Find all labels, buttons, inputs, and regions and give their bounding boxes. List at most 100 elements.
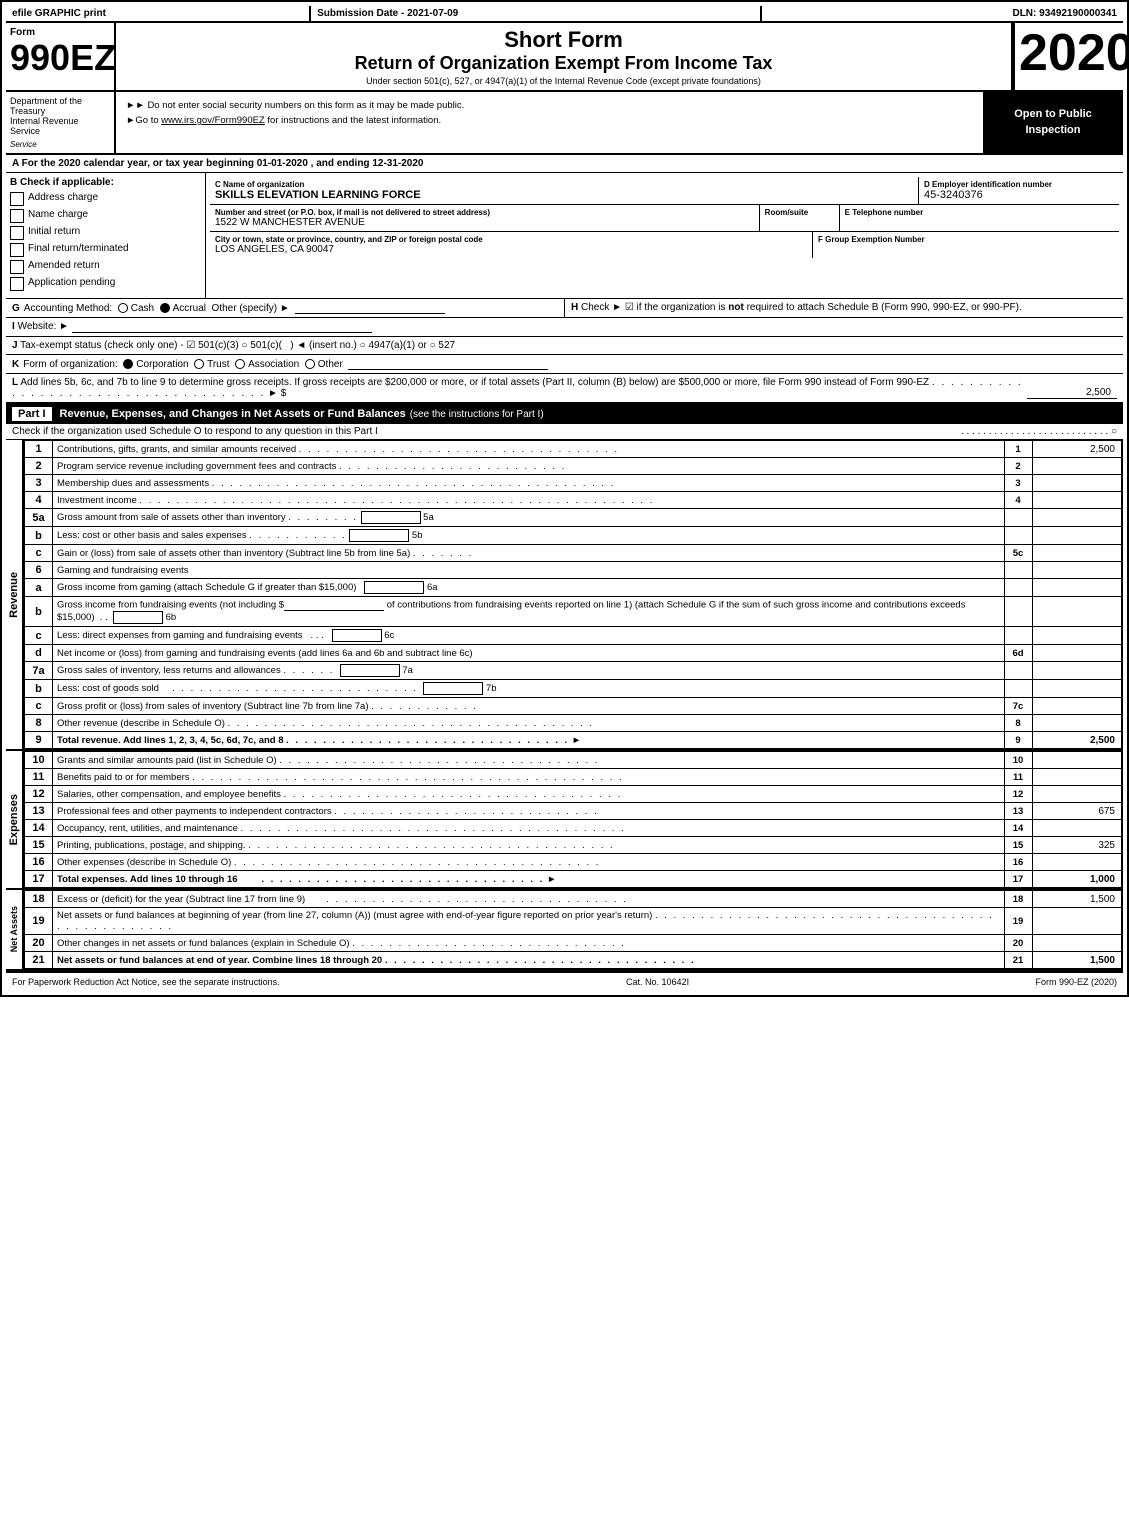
- line-ref: 12: [1004, 786, 1032, 803]
- address-label: Address charge: [28, 192, 98, 203]
- line-value: 2,500: [1032, 732, 1122, 749]
- table-row: 13 Professional fees and other payments …: [25, 803, 1123, 820]
- dept-text: Department of the Treasury Internal Reve…: [10, 96, 110, 136]
- line-desc: Gain or (loss) from sale of assets other…: [53, 545, 1005, 562]
- line-num: 19: [25, 908, 53, 935]
- line-num: 11: [25, 769, 53, 786]
- line-desc: Gross sales of inventory, less returns a…: [53, 662, 1005, 680]
- line-desc: Less: cost or other basis and sales expe…: [53, 527, 1005, 545]
- line-value: [1032, 698, 1122, 715]
- trust-radio[interactable]: [194, 359, 204, 369]
- table-row: 4 Investment income . . . . . . . . . . …: [25, 492, 1123, 509]
- line-value: [1032, 527, 1122, 545]
- assoc-radio[interactable]: [235, 359, 245, 369]
- line-ref: 10: [1004, 752, 1032, 769]
- table-row: b Less: cost or other basis and sales ex…: [25, 527, 1123, 545]
- line-desc: Total expenses. Add lines 10 through 16 …: [53, 871, 1005, 888]
- middle-instructions: ► ► Do not enter social security numbers…: [116, 92, 983, 153]
- cb-pending: Application pending: [10, 277, 201, 291]
- section-a-text: A For the 2020 calendar year, or tax yea…: [12, 158, 423, 169]
- line-value: 675: [1032, 803, 1122, 820]
- accrual-radio[interactable]: [160, 303, 170, 313]
- line-desc: Less: direct expenses from gaming and fu…: [53, 627, 1005, 645]
- line-ref: [1004, 627, 1032, 645]
- line-num: c: [25, 698, 53, 715]
- form-990ez: 990EZ: [10, 40, 110, 76]
- other-radio[interactable]: [305, 359, 315, 369]
- table-row: 16 Other expenses (describe in Schedule …: [25, 854, 1123, 871]
- org-name-value: SKILLS ELEVATION LEARNING FORCE: [215, 189, 913, 201]
- city-row: City or town, state or province, country…: [210, 232, 1119, 258]
- corp-radio[interactable]: [123, 359, 133, 369]
- other-specify-field[interactable]: [295, 302, 445, 314]
- pending-checkbox[interactable]: [10, 277, 24, 291]
- line-ref: 6d: [1004, 645, 1032, 662]
- amended-checkbox[interactable]: [10, 260, 24, 274]
- open-public-block: Open to Public Inspection: [983, 92, 1123, 153]
- net-assets-section: Net Assets 18 Excess or (deficit) for th…: [6, 890, 1123, 971]
- city-label: City or town, state or province, country…: [215, 235, 807, 244]
- line-num: c: [25, 545, 53, 562]
- table-row: c Gross profit or (loss) from sales of i…: [25, 698, 1123, 715]
- revenue-side-label: Revenue: [8, 572, 20, 618]
- initial-checkbox[interactable]: [10, 226, 24, 240]
- line-num: c: [25, 627, 53, 645]
- title-center: Short Form Return of Organization Exempt…: [116, 23, 1013, 90]
- line-value: [1032, 935, 1122, 952]
- line-desc: Gross profit or (loss) from sales of inv…: [53, 698, 1005, 715]
- table-row: c Gain or (loss) from sale of assets oth…: [25, 545, 1123, 562]
- table-row: 8 Other revenue (describe in Schedule O)…: [25, 715, 1123, 732]
- dept-section: Department of the Treasury Internal Reve…: [6, 92, 1123, 155]
- final-checkbox[interactable]: [10, 243, 24, 257]
- phone-cell: E Telephone number: [840, 205, 1119, 231]
- section-g-cell: G Accounting Method: Cash Accrual Other …: [6, 299, 565, 317]
- line-desc: Professional fees and other payments to …: [53, 803, 1005, 820]
- website-field[interactable]: [72, 321, 372, 333]
- line-value: [1032, 645, 1122, 662]
- do-not-enter-text: ► Do not enter social security numbers o…: [135, 100, 464, 111]
- city-value: LOS ANGELES, CA 90047: [215, 244, 807, 255]
- table-row: a Gross income from gaming (attach Sched…: [25, 579, 1123, 597]
- street-cell: Number and street (or P.O. box, if mail …: [210, 205, 760, 231]
- line-value: [1032, 820, 1122, 837]
- table-row: 3 Membership dues and assessments . . . …: [25, 475, 1123, 492]
- section-l: L Add lines 5b, 6c, and 7b to line 9 to …: [6, 374, 1123, 404]
- line-num: 13: [25, 803, 53, 820]
- open-public-text: Open to Public Inspection: [989, 107, 1117, 138]
- expenses-side-label: Expenses: [8, 794, 20, 845]
- other-org-field[interactable]: [348, 358, 548, 370]
- paperwork-notice: For Paperwork Reduction Act Notice, see …: [12, 977, 280, 987]
- line-ref: 1: [1004, 441, 1032, 458]
- line-desc: Benefits paid to or for members . . . . …: [53, 769, 1005, 786]
- year-block: 2020: [1013, 23, 1123, 90]
- address-checkbox[interactable]: [10, 192, 24, 206]
- cash-radio[interactable]: [118, 303, 128, 313]
- org-name-row: C Name of organization SKILLS ELEVATION …: [210, 177, 1119, 205]
- do-not-enter: ► ► Do not enter social security numbers…: [120, 96, 979, 113]
- final-label: Final return/terminated: [28, 243, 129, 254]
- other-label: Other (specify) ►: [212, 303, 296, 314]
- irs-link[interactable]: www.irs.gov/Form990EZ: [161, 115, 264, 126]
- line-ref: 14: [1004, 820, 1032, 837]
- k-text: Form of organization:: [23, 359, 123, 370]
- footer: For Paperwork Reduction Act Notice, see …: [6, 971, 1123, 991]
- title-section: Form 990EZ Short Form Return of Organiza…: [6, 23, 1123, 92]
- line-ref: [1004, 597, 1032, 627]
- line-desc: Contributions, gifts, grants, and simila…: [53, 441, 1005, 458]
- section-gh: G Accounting Method: Cash Accrual Other …: [6, 299, 1123, 318]
- table-row: 18 Excess or (deficit) for the year (Sub…: [25, 891, 1123, 908]
- line-ref: 21: [1004, 952, 1032, 969]
- name-checkbox[interactable]: [10, 209, 24, 223]
- bullet-1: ►: [126, 100, 135, 111]
- table-row: 5a Gross amount from sale of assets othe…: [25, 509, 1123, 527]
- line-value: [1032, 458, 1122, 475]
- section-i: I Website: ►: [6, 318, 1123, 337]
- service-label: Service: [10, 140, 110, 149]
- expenses-side-label-cell: Expenses: [6, 751, 24, 888]
- line-num: 20: [25, 935, 53, 952]
- page-container: efile GRAPHIC print Submission Date - 20…: [0, 0, 1129, 997]
- cb-name: Name charge: [10, 209, 201, 223]
- expenses-section: Expenses 10 Grants and similar amounts p…: [6, 751, 1123, 890]
- line-value: 325: [1032, 837, 1122, 854]
- part1-header: Part I Revenue, Expenses, and Changes in…: [6, 404, 1123, 424]
